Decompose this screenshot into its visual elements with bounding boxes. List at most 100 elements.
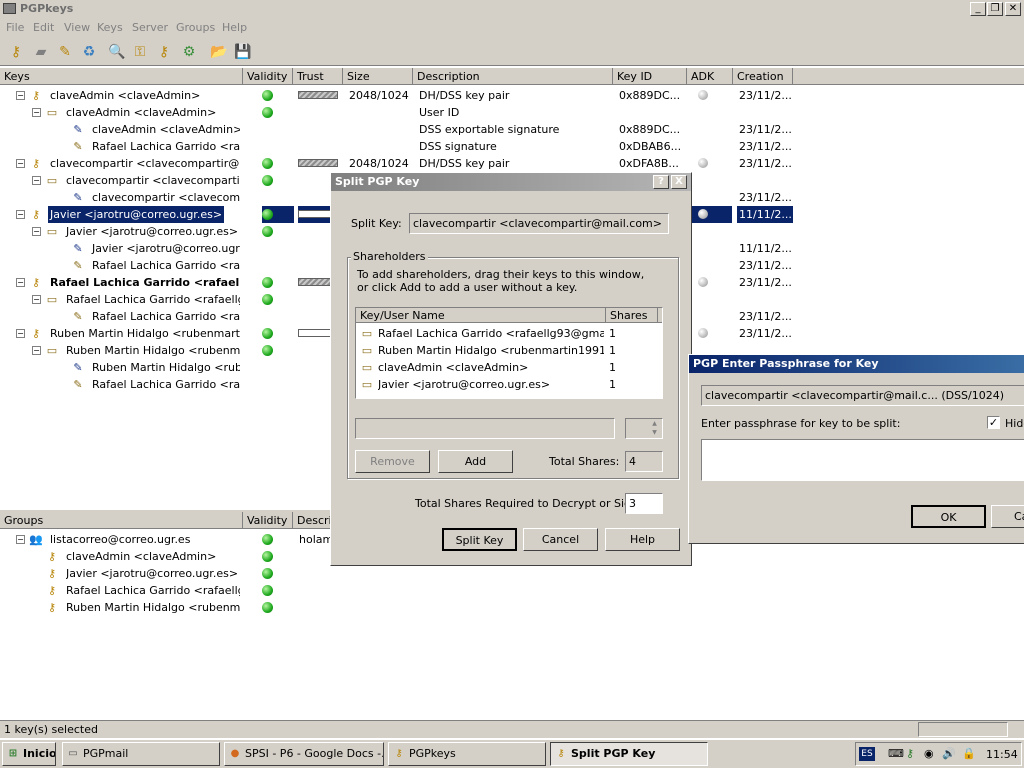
network-icon[interactable]: ◉ — [924, 747, 934, 760]
col-validity[interactable]: Validity — [243, 68, 293, 85]
task-split-key-label: Split PGP Key — [571, 747, 656, 760]
col-trust[interactable]: Trust — [293, 68, 343, 85]
group-name: claveAdmin <claveAdmin> — [66, 550, 217, 563]
adk-icon — [698, 158, 708, 168]
task-pgpkeys[interactable]: ⚷ PGPkeys — [388, 742, 546, 766]
member-key-icon: ⚷ — [47, 584, 57, 597]
required-shares-spinner[interactable]: 3 — [625, 493, 663, 514]
remove-button[interactable]: Remove — [355, 450, 430, 473]
col-keys[interactable]: Keys — [0, 68, 243, 85]
restore-button[interactable]: ❐ — [987, 2, 1003, 16]
col-description[interactable]: Description — [413, 68, 613, 85]
split-key-button[interactable]: Split Key — [442, 528, 517, 551]
shareholder-row[interactable]: ▭ claveAdmin <claveAdmin> 1 — [356, 359, 662, 376]
passphrase-input[interactable] — [701, 439, 1024, 481]
save-icon[interactable]: 💾 — [234, 43, 252, 61]
split-help-button[interactable]: Help — [605, 528, 680, 551]
tree-toggle-icon[interactable]: − — [16, 535, 25, 544]
exportable-signature-icon: ✎ — [73, 123, 83, 136]
key-row[interactable]: − ▭ claveAdmin <claveAdmin> User ID — [0, 104, 1024, 121]
add-button[interactable]: Add — [438, 450, 513, 473]
menu-help[interactable]: Help — [222, 21, 247, 34]
shareholders-label: Shareholders — [351, 250, 428, 263]
task-pgpmail[interactable]: ▭ PGPmail — [62, 742, 220, 766]
adk-cell — [692, 155, 732, 172]
tree-toggle-icon[interactable]: − — [16, 278, 25, 287]
hide-typing-checkbox[interactable]: ✓ — [987, 416, 1000, 429]
share-count-spinner[interactable]: ▲ ▼ — [625, 418, 663, 439]
minimize-button[interactable]: _ — [970, 2, 986, 16]
col-size[interactable]: Size — [343, 68, 413, 85]
pgp-tray-icon[interactable]: ⚷ — [906, 747, 914, 760]
task-firefox-label: SPSI - P6 - Google Docs -... — [245, 747, 384, 760]
split-close-icon[interactable]: X — [671, 175, 687, 189]
close-button[interactable]: ✕ — [1005, 2, 1021, 16]
col-key-user-name[interactable]: Key/User Name — [356, 308, 606, 323]
sign-key-icon[interactable]: ✎ — [56, 43, 74, 61]
menu-server[interactable]: Server — [132, 21, 168, 34]
col-shares[interactable]: Shares — [606, 308, 658, 323]
key-row[interactable]: ✎ Rafael Lachica Garrido <rafaell... DSS s… — [0, 138, 1024, 155]
menu-file[interactable]: File — [6, 21, 24, 34]
new-key-icon[interactable]: ⚷ — [7, 43, 25, 61]
shareholder-row[interactable]: ▭ Ruben Martin Hidalgo <rubenmartin1991@.… — [356, 342, 662, 359]
language-indicator[interactable]: ES — [859, 747, 875, 761]
col-keyid[interactable]: Key ID — [613, 68, 687, 85]
tree-toggle-icon[interactable]: − — [32, 295, 41, 304]
key-creation — [737, 172, 793, 189]
status-text: 1 key(s) selected — [4, 723, 98, 736]
tree-toggle-icon[interactable]: − — [32, 346, 41, 355]
lock-icon[interactable]: 🔒 — [962, 747, 976, 760]
tree-toggle-icon[interactable]: − — [32, 176, 41, 185]
split-help-icon[interactable]: ? — [653, 175, 669, 189]
delete-key-icon[interactable]: ♻ — [80, 43, 98, 61]
passphrase-ok-button[interactable]: OK — [911, 505, 986, 528]
tree-toggle-icon[interactable]: − — [16, 91, 25, 100]
disable-key-icon[interactable]: ▰ — [32, 43, 50, 61]
shareholders-list[interactable]: Key/User Name Shares ▭ Rafael Lachica Gar… — [355, 307, 663, 399]
group-row[interactable]: ⚷ Rafael Lachica Garrido <rafaellg93... — [0, 582, 1024, 599]
shareholder-row[interactable]: ▭ Javier <jarotru@correo.ugr.es> 1 — [356, 376, 662, 393]
properties-icon[interactable]: ⚿ — [131, 43, 149, 61]
keyboard-icon[interactable]: ⌨ — [888, 747, 904, 760]
import-icon[interactable]: ⚷ — [155, 43, 173, 61]
passphrase-cancel-button[interactable]: Ca — [991, 505, 1024, 528]
shareholder-row[interactable]: ▭ Rafael Lachica Garrido <rafaellg93@gmai… — [356, 325, 662, 342]
menu-keys[interactable]: Keys — [97, 21, 123, 34]
group-row[interactable]: ⚷ Javier <jarotru@correo.ugr.es> — [0, 565, 1024, 582]
share-name-field[interactable] — [355, 418, 615, 439]
col-adk[interactable]: ADK — [687, 68, 733, 85]
exportable-signature-icon: ✎ — [73, 191, 83, 204]
task-split-key[interactable]: ⚷ Split PGP Key — [550, 742, 708, 766]
col-group-validity[interactable]: Validity — [243, 512, 293, 529]
tree-toggle-icon[interactable]: − — [16, 210, 25, 219]
menu-groups[interactable]: Groups — [176, 21, 215, 34]
group-row[interactable]: ⚷ Ruben Martin Hidalgo <rubenmarti... — [0, 599, 1024, 616]
split-cancel-button[interactable]: Cancel — [523, 528, 598, 551]
key-id: 0xDFA8B... — [619, 157, 679, 170]
col-groups[interactable]: Groups — [0, 512, 243, 529]
signature-icon: ✎ — [73, 140, 83, 153]
volume-icon[interactable]: 🔊 — [942, 747, 956, 760]
tree-toggle-icon[interactable]: − — [32, 108, 41, 117]
validity-cell — [262, 342, 282, 359]
group-name: Rafael Lachica Garrido <rafaellg93... — [66, 584, 240, 597]
pgpkeys-task-icon: ⚷ — [395, 748, 403, 759]
start-button[interactable]: ⊞ Inicio — [2, 742, 56, 766]
spinner-up-icon[interactable]: ▲ — [648, 420, 661, 428]
tree-toggle-icon[interactable]: − — [32, 227, 41, 236]
split-key-field: clavecompartir <clavecompartir@mail.com> — [409, 213, 669, 234]
key-row[interactable]: −⚷ clavecompartir <clavecompartir@mail...… — [0, 155, 1024, 172]
tree-toggle-icon[interactable]: − — [16, 159, 25, 168]
open-folder-icon[interactable]: 📂 — [210, 43, 228, 61]
keyserver-icon[interactable]: ⚙ — [180, 43, 198, 61]
task-firefox[interactable]: ● SPSI - P6 - Google Docs -... — [224, 742, 384, 766]
search-icon[interactable]: 🔍 — [108, 43, 126, 61]
menu-edit[interactable]: Edit — [33, 21, 54, 34]
col-creation[interactable]: Creation — [733, 68, 793, 85]
key-row[interactable]: ✎ claveAdmin <claveAdmin> DSS exportable s… — [0, 121, 1024, 138]
key-row[interactable]: − ⚷ claveAdmin <claveAdmin> 2048/1024 DH/DSS… — [0, 87, 1024, 104]
spinner-down-icon[interactable]: ▼ — [648, 429, 661, 437]
tree-toggle-icon[interactable]: − — [16, 329, 25, 338]
menu-view[interactable]: View — [64, 21, 90, 34]
